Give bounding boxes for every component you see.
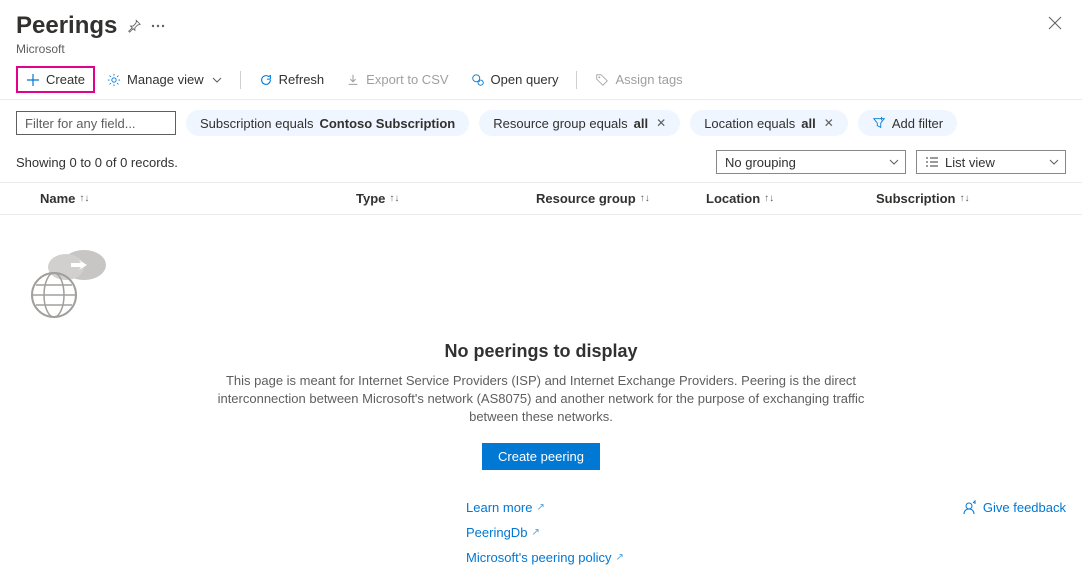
column-type[interactable]: Type↑↓: [356, 191, 536, 206]
pin-icon[interactable]: [127, 19, 141, 33]
close-button[interactable]: [1044, 12, 1066, 34]
export-label: Export to CSV: [366, 72, 448, 87]
gear-icon: [107, 73, 121, 87]
pill-value: all: [801, 116, 815, 131]
refresh-icon: [259, 73, 273, 87]
pill-value: Contoso Subscription: [319, 116, 455, 131]
refresh-button[interactable]: Refresh: [249, 66, 335, 93]
learn-more-link[interactable]: Learn more↗: [466, 500, 545, 515]
page-header: Peerings Microsoft: [0, 0, 1082, 60]
view-select[interactable]: List view: [916, 150, 1066, 174]
links-row: Learn more↗ PeeringDb↗ Microsoft's peeri…: [0, 500, 1082, 565]
add-filter-icon: [872, 116, 886, 130]
open-query-button[interactable]: Open query: [461, 66, 569, 93]
add-filter-label: Add filter: [892, 116, 943, 131]
give-feedback-button[interactable]: Give feedback: [961, 500, 1066, 516]
empty-state: No peerings to display This page is mean…: [0, 215, 1082, 480]
empty-title: No peerings to display: [16, 341, 1066, 362]
pill-prefix: Subscription equals: [200, 116, 313, 131]
more-icon[interactable]: [151, 24, 165, 28]
pill-prefix: Location equals: [704, 116, 795, 131]
remove-filter-icon[interactable]: ✕: [824, 116, 834, 130]
column-name[interactable]: Name↑↓: [16, 191, 356, 206]
create-peering-button[interactable]: Create peering: [482, 443, 600, 470]
summary-row: Showing 0 to 0 of 0 records. No grouping…: [0, 146, 1082, 182]
empty-illustration: [16, 245, 1066, 325]
tag-icon: [595, 73, 609, 87]
query-icon: [471, 73, 485, 87]
feedback-label: Give feedback: [983, 500, 1066, 515]
refresh-label: Refresh: [279, 72, 325, 87]
table-header: Name↑↓ Type↑↓ Resource group↑↓ Location↑…: [0, 182, 1082, 215]
pill-prefix: Resource group equals: [493, 116, 627, 131]
column-location[interactable]: Location↑↓: [706, 191, 876, 206]
manage-view-button[interactable]: Manage view: [97, 66, 232, 93]
column-resource-group[interactable]: Resource group↑↓: [536, 191, 706, 206]
export-csv-button[interactable]: Export to CSV: [336, 66, 458, 93]
toolbar-divider: [240, 71, 241, 89]
filter-pill-resource-group[interactable]: Resource group equals all ✕: [479, 110, 680, 136]
external-link-icon: ↗: [616, 552, 624, 563]
filter-input[interactable]: [16, 111, 176, 135]
create-button[interactable]: Create: [16, 66, 95, 93]
page-subtitle: Microsoft: [16, 42, 1066, 56]
view-value: List view: [945, 155, 995, 170]
record-count: Showing 0 to 0 of 0 records.: [16, 155, 178, 170]
chevron-down-icon: [889, 159, 899, 165]
chevron-down-icon: [1049, 159, 1059, 165]
assign-tags-button[interactable]: Assign tags: [585, 66, 692, 93]
external-link-icon: ↗: [531, 527, 539, 538]
feedback-icon: [961, 500, 977, 516]
column-subscription[interactable]: Subscription↑↓: [876, 191, 1066, 206]
chevron-down-icon: [212, 77, 222, 83]
filter-row: Subscription equals Contoso Subscription…: [0, 100, 1082, 146]
sort-icon: ↑↓: [79, 193, 89, 204]
sort-icon: ↑↓: [764, 193, 774, 204]
list-icon: [925, 156, 939, 168]
assign-tags-label: Assign tags: [615, 72, 682, 87]
grouping-value: No grouping: [725, 155, 796, 170]
download-icon: [346, 73, 360, 87]
manage-view-label: Manage view: [127, 72, 204, 87]
toolbar-divider: [576, 71, 577, 89]
empty-description: This page is meant for Internet Service …: [201, 372, 881, 427]
peering-policy-link[interactable]: Microsoft's peering policy↗: [466, 550, 624, 565]
add-filter-button[interactable]: Add filter: [858, 110, 957, 136]
sort-icon: ↑↓: [389, 193, 399, 204]
page-title: Peerings: [16, 12, 117, 40]
plus-icon: [26, 73, 40, 87]
filter-pill-location[interactable]: Location equals all ✕: [690, 110, 848, 136]
sort-icon: ↑↓: [959, 193, 969, 204]
sort-icon: ↑↓: [640, 193, 650, 204]
grouping-select[interactable]: No grouping: [716, 150, 906, 174]
peeringdb-link[interactable]: PeeringDb↗: [466, 525, 540, 540]
filter-pill-subscription[interactable]: Subscription equals Contoso Subscription: [186, 110, 469, 136]
create-label: Create: [46, 72, 85, 87]
pill-value: all: [634, 116, 648, 131]
toolbar: Create Manage view Refresh Export to CSV…: [0, 60, 1082, 100]
open-query-label: Open query: [491, 72, 559, 87]
remove-filter-icon[interactable]: ✕: [656, 116, 666, 130]
external-link-icon: ↗: [536, 502, 544, 513]
